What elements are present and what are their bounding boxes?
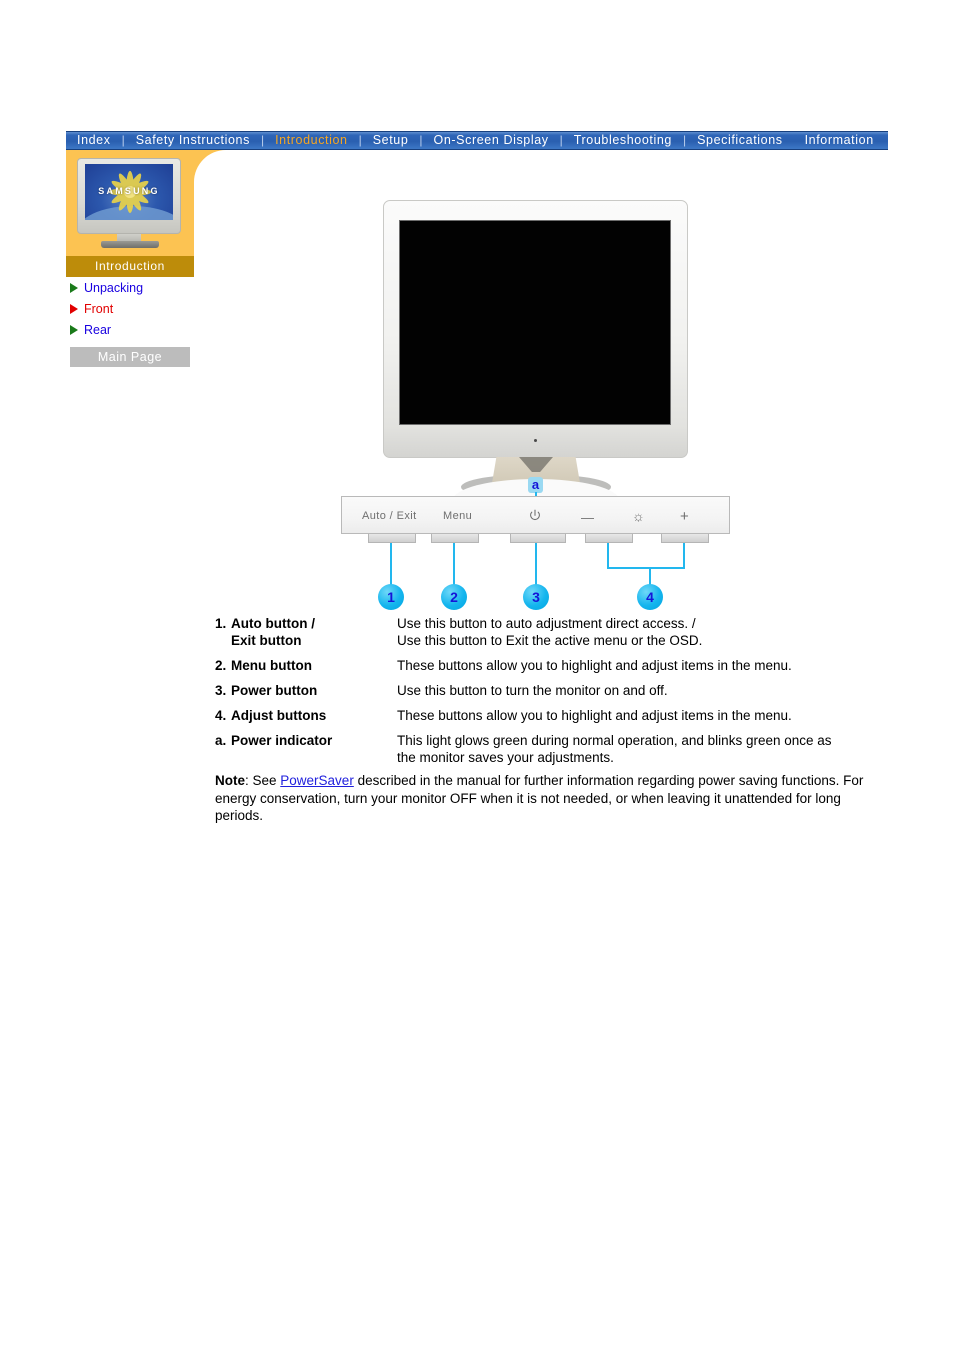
sidebar-item-front[interactable]: Front bbox=[70, 302, 113, 316]
description-row: a. Power indicator This light glows green… bbox=[215, 732, 895, 766]
sidebar-item-unpacking[interactable]: Unpacking bbox=[70, 281, 143, 295]
description-number: 1. bbox=[215, 616, 227, 631]
nav-item-introduction[interactable]: Introduction bbox=[264, 132, 359, 149]
nav-item-on-screen-display[interactable]: On-Screen Display bbox=[423, 132, 560, 149]
powersaver-link[interactable]: PowerSaver bbox=[280, 773, 354, 788]
note-paragraph: Note: See PowerSaver described in the ma… bbox=[215, 772, 867, 825]
description-term: 3. Power button bbox=[215, 682, 397, 699]
callout-badge-3: 3 bbox=[523, 584, 549, 610]
description-def-line1: These buttons allow you to highlight and… bbox=[397, 658, 792, 673]
description-def-line2: Use this button to Exit the active menu … bbox=[397, 633, 703, 648]
description-number: a. bbox=[215, 733, 227, 748]
callout-4-leader-line-right bbox=[683, 543, 685, 569]
sidebar: SAMSUNG SAMSUNG SyncMaster bbox=[66, 150, 226, 256]
thumbnail-stand-base bbox=[101, 241, 159, 248]
monitor-sensor-dot-icon bbox=[534, 439, 537, 442]
control-button-tab-menu[interactable] bbox=[431, 534, 479, 543]
callout-4-leader-bridge bbox=[607, 567, 685, 569]
description-def-line1: Use this button to auto adjustment direc… bbox=[397, 616, 696, 631]
description-def-line1: Use this button to turn the monitor on a… bbox=[397, 683, 668, 698]
description-def-line1: This light glows green during normal ope… bbox=[397, 733, 832, 748]
callout-1-leader-line bbox=[390, 543, 392, 586]
sidebar-link-label[interactable]: Rear bbox=[84, 323, 111, 337]
description-definition: These buttons allow you to highlight and… bbox=[397, 657, 895, 674]
note-label: Note bbox=[215, 773, 245, 788]
note-part1: : See bbox=[245, 773, 281, 788]
description-term: 2. Menu button bbox=[215, 657, 397, 674]
description-term-line1: Power indicator bbox=[231, 733, 333, 748]
sidebar-item-rear[interactable]: Rear bbox=[70, 323, 111, 337]
nav-item-information[interactable]: Information bbox=[794, 132, 885, 149]
description-definition: These buttons allow you to highlight and… bbox=[397, 707, 895, 724]
description-row: 4. Adjust buttons These buttons allow you… bbox=[215, 707, 895, 724]
minus-icon[interactable]: — bbox=[581, 510, 594, 525]
sidebar-link-label[interactable]: Front bbox=[84, 302, 113, 316]
nav-item-specifications[interactable]: Specifications bbox=[686, 132, 794, 149]
description-row: 2. Menu button These buttons allow you to… bbox=[215, 657, 895, 674]
description-term-line1: Adjust buttons bbox=[231, 708, 327, 723]
description-term-line2: Exit button bbox=[231, 633, 302, 648]
monitor-control-panel: Auto / Exit Menu — ☼ + bbox=[341, 496, 730, 534]
description-definition: This light glows green during normal ope… bbox=[397, 732, 895, 766]
sidebar-tab-panel: SAMSUNG SAMSUNG SyncMaster bbox=[66, 150, 226, 256]
top-navigation-bar: Index | Safety Instructions | Introducti… bbox=[66, 131, 888, 150]
triangle-bullet-icon bbox=[70, 325, 78, 335]
main-page-button[interactable]: Main Page bbox=[70, 347, 190, 367]
power-icon[interactable] bbox=[527, 508, 543, 524]
description-term-line1: Power button bbox=[231, 683, 318, 698]
nav-item-safety-instructions[interactable]: Safety Instructions bbox=[125, 132, 261, 149]
description-row: 3. Power button Use this button to turn t… bbox=[215, 682, 895, 699]
button-description-list: 1. Auto button / Exit button Use this but… bbox=[215, 615, 895, 774]
callout-badge-2: 2 bbox=[441, 584, 467, 610]
nav-item-setup[interactable]: Setup bbox=[362, 132, 420, 149]
description-number: 4. bbox=[215, 708, 227, 723]
monitor-screen bbox=[399, 220, 671, 425]
callout-a-label: a bbox=[528, 477, 543, 493]
callout-4-leader-line-left bbox=[607, 543, 609, 569]
callout-badge-4: 4 bbox=[637, 584, 663, 610]
sidebar-section-title: Introduction bbox=[66, 256, 194, 277]
description-term: a. Power indicator bbox=[215, 732, 397, 749]
nav-item-troubleshooting[interactable]: Troubleshooting bbox=[563, 132, 683, 149]
description-def-line2: the monitor saves your adjustments. bbox=[397, 750, 614, 765]
brightness-icon[interactable]: ☼ bbox=[632, 508, 645, 524]
triangle-bullet-icon bbox=[70, 304, 78, 314]
auto-exit-button-label[interactable]: Auto / Exit bbox=[362, 510, 417, 522]
description-definition: Use this button to turn the monitor on a… bbox=[397, 682, 895, 699]
callout-3-leader-line bbox=[535, 543, 537, 586]
description-term-line1: Auto button / bbox=[231, 616, 315, 631]
description-definition: Use this button to auto adjustment direc… bbox=[397, 615, 895, 649]
plus-icon[interactable]: + bbox=[680, 508, 689, 525]
sidebar-link-label[interactable]: Unpacking bbox=[84, 281, 143, 295]
thumbnail-brand-text: SAMSUNG bbox=[98, 186, 160, 196]
thumbnail-screen: SAMSUNG SAMSUNG SyncMaster bbox=[85, 164, 173, 220]
samsung-monitor-thumbnail: SAMSUNG SAMSUNG SyncMaster bbox=[77, 158, 183, 250]
control-button-tab-plus[interactable] bbox=[661, 534, 709, 543]
control-button-tab-power[interactable] bbox=[510, 534, 566, 543]
control-button-tab-minus[interactable] bbox=[585, 534, 633, 543]
callout-badge-1: 1 bbox=[378, 584, 404, 610]
control-button-tab-auto[interactable] bbox=[368, 534, 416, 543]
description-term-line1: Menu button bbox=[231, 658, 312, 673]
description-def-line1: These buttons allow you to highlight and… bbox=[397, 708, 792, 723]
description-row: 1. Auto button / Exit button Use this but… bbox=[215, 615, 895, 649]
monitor-illustration bbox=[383, 200, 688, 509]
menu-button-label[interactable]: Menu bbox=[443, 510, 472, 522]
nav-item-index[interactable]: Index bbox=[66, 132, 122, 149]
description-number: 3. bbox=[215, 683, 227, 698]
description-term: 1. Auto button / Exit button bbox=[215, 615, 397, 649]
triangle-bullet-icon bbox=[70, 283, 78, 293]
callout-2-leader-line bbox=[453, 543, 455, 586]
description-term: 4. Adjust buttons bbox=[215, 707, 397, 724]
description-number: 2. bbox=[215, 658, 227, 673]
